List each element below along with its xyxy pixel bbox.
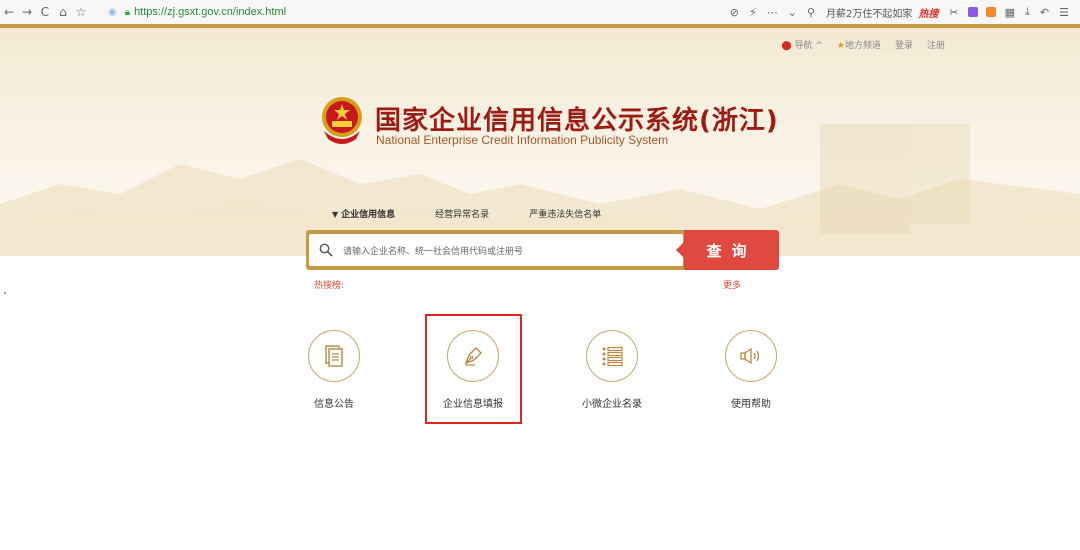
- browser-search-text[interactable]: 月薪2万住不起如家: [826, 5, 912, 20]
- more-icon[interactable]: ⋯: [767, 6, 778, 19]
- more-link[interactable]: 更多: [723, 278, 741, 291]
- tab-label: 企业信用信息: [341, 210, 396, 220]
- card-label: 使用帮助: [731, 399, 771, 410]
- location-pin-icon: ⬤: [781, 41, 792, 51]
- tab-credit-info[interactable]: ▼ 企业信用信息: [332, 207, 395, 220]
- page-title: 国家企业信用信息公示系统(浙江): [375, 106, 779, 136]
- lightning-icon[interactable]: ⚡︎: [749, 6, 757, 19]
- banner-top-border: [0, 24, 1080, 28]
- star-icon: ★: [836, 41, 845, 51]
- card-small-enterprise-list[interactable]: 小微企业名录: [557, 330, 667, 410]
- hot-search-label: 热搜榜:: [314, 281, 345, 291]
- home-icon[interactable]: ⌂: [54, 5, 72, 19]
- tab-blacklist[interactable]: 严重违法失信名单: [529, 207, 601, 220]
- top-navigation: ⬤ 导航 ^ ★地方频道 登录 注册: [782, 38, 946, 51]
- list-icon: [602, 346, 623, 367]
- page-marker: [4, 292, 6, 294]
- local-channel-link[interactable]: ★地方频道: [837, 38, 881, 51]
- block-icon[interactable]: ⊘: [730, 6, 739, 19]
- login-link[interactable]: 登录: [895, 38, 913, 51]
- card-icon-circle: [308, 330, 360, 382]
- card-info-announcement[interactable]: 信息公告: [279, 330, 389, 410]
- search-placeholder: 请输入企业名称、统一社会信用代码或注册号: [343, 246, 524, 257]
- address-bar[interactable]: ◉ 🔒︎ https://zj.gsxt.gov.cn/index.html: [104, 6, 674, 18]
- chevron-down-icon[interactable]: ⌄: [788, 6, 797, 19]
- scissors-icon[interactable]: ✂: [949, 6, 958, 19]
- triangle-down-icon: ▼: [332, 210, 339, 219]
- card-label: 小微企业名录: [582, 399, 642, 410]
- url-text: https://zj.gsxt.gov.cn/index.html: [134, 6, 287, 18]
- lock-icon: 🔒︎: [124, 6, 131, 18]
- search-tabs: ▼ 企业信用信息 经营异常名录 严重违法失信名单: [332, 207, 601, 220]
- hot-search-badge[interactable]: 热搜: [918, 5, 938, 20]
- card-help[interactable]: 使用帮助: [696, 330, 806, 410]
- card-label: 信息公告: [314, 399, 354, 410]
- browser-toolbar: ← → C ⌂ ☆ ◉ 🔒︎ https://zj.gsxt.gov.cn/in…: [0, 0, 1080, 25]
- nav-link[interactable]: ⬤ 导航 ^: [782, 38, 823, 51]
- apps-icon[interactable]: ▦: [1005, 6, 1015, 19]
- tab-abnormal-list[interactable]: 经营异常名录: [435, 207, 489, 220]
- site-icon: ◉: [108, 6, 117, 18]
- forward-icon[interactable]: →: [18, 5, 36, 19]
- page-subtitle: National Enterprise Credit Information P…: [376, 133, 669, 147]
- search-icon: [319, 243, 333, 257]
- card-icon-circle: [725, 330, 777, 382]
- register-link[interactable]: 注册: [927, 38, 945, 51]
- undo-icon[interactable]: ↶: [1040, 6, 1049, 19]
- browser-search-icon[interactable]: ⚲: [807, 6, 815, 19]
- selection-highlight-box: [425, 314, 522, 424]
- reload-icon[interactable]: C: [36, 5, 54, 19]
- search-input[interactable]: 请输入企业名称、统一社会信用代码或注册号: [309, 234, 683, 266]
- extension-icon[interactable]: [985, 7, 996, 17]
- local-label: 地方频道: [844, 41, 881, 51]
- document-icon: [325, 345, 343, 367]
- download-icon[interactable]: ⤓: [1025, 5, 1030, 19]
- bookmark-icon[interactable]: ☆: [72, 5, 90, 19]
- menu-icon[interactable]: ☰: [1059, 6, 1069, 19]
- national-emblem-icon: [322, 97, 362, 144]
- search-bar: 请输入企业名称、统一社会信用代码或注册号 查询: [306, 230, 779, 270]
- card-icon-circle: [586, 330, 638, 382]
- nav-label: 导航: [794, 41, 813, 51]
- back-icon[interactable]: ←: [0, 5, 18, 19]
- search-button[interactable]: 查询: [676, 230, 779, 270]
- speaker-icon: [740, 347, 760, 365]
- extension-icon[interactable]: [967, 7, 978, 17]
